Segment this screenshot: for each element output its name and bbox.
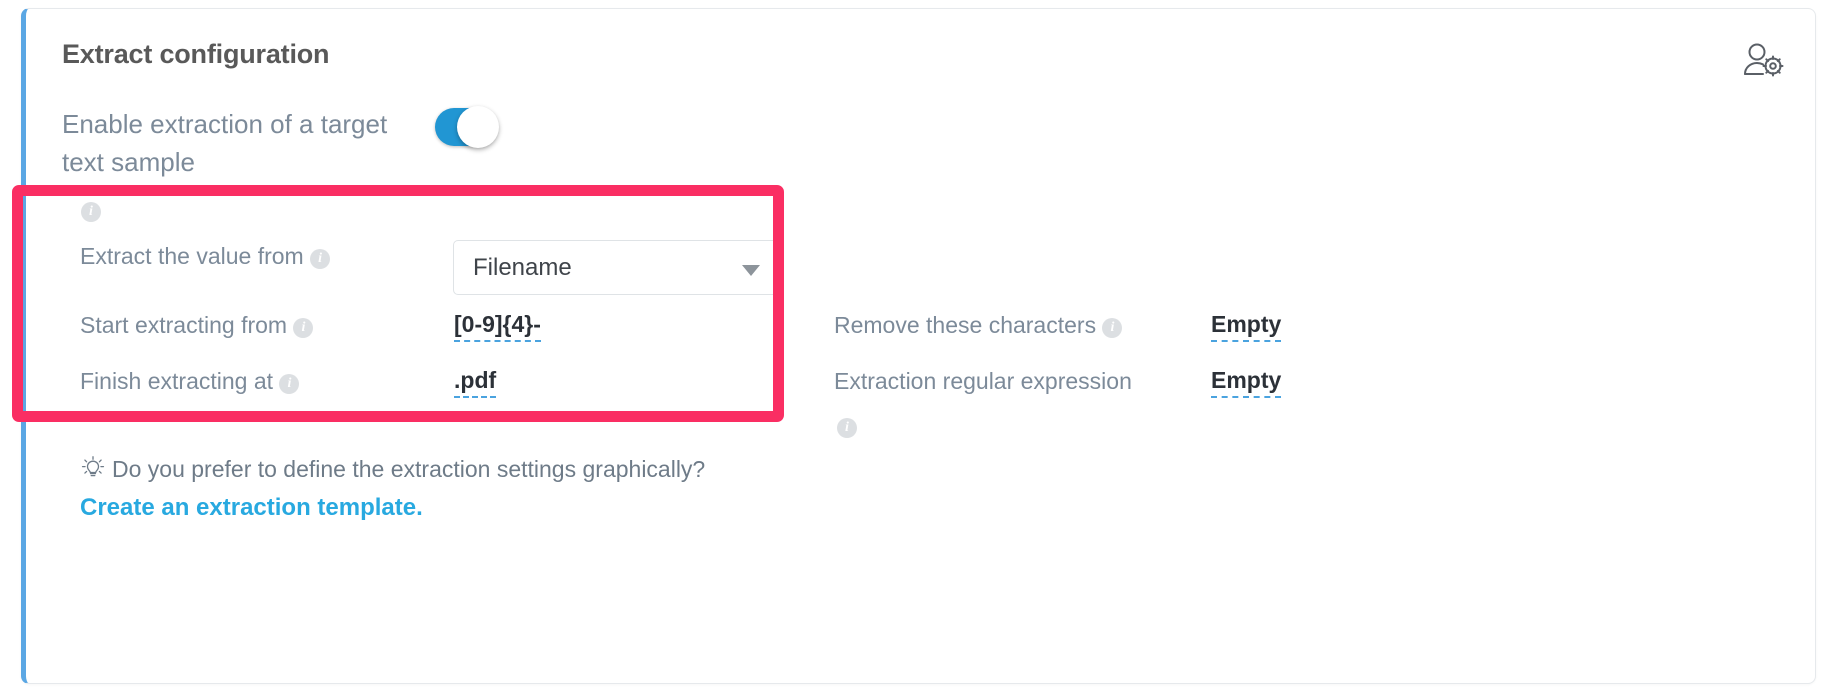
page-title: Extract configuration xyxy=(62,39,330,69)
screen: Extract configuration Enable extraction … xyxy=(0,0,1840,698)
extraction-regex-value[interactable]: Empty xyxy=(1211,367,1282,398)
extract-configuration-card: Extract configuration Enable extraction … xyxy=(21,8,1816,684)
info-icon-remove-characters[interactable]: i xyxy=(1102,318,1123,338)
lightbulb-icon xyxy=(80,455,106,487)
info-icon-extract-from[interactable]: i xyxy=(310,249,331,269)
start-extracting-from-label-text: Start extracting from xyxy=(80,312,288,338)
toggle-knob xyxy=(457,106,499,148)
info-icon-clipped[interactable]: i xyxy=(81,202,101,222)
extraction-regex-label: Extraction regular expression xyxy=(834,368,1132,395)
finish-extracting-at-value[interactable]: .pdf xyxy=(454,367,497,398)
graphical-hint-text: Do you prefer to define the extraction s… xyxy=(80,455,705,487)
extraction-regex-label-text: Extraction regular expression xyxy=(834,368,1132,394)
extract-value-from-select[interactable]: Filename xyxy=(453,240,779,295)
info-icon-finish-extracting[interactable]: i xyxy=(279,374,300,394)
create-extraction-template-link[interactable]: Create an extraction template. xyxy=(80,494,423,522)
finish-extracting-at-label: Finish extracting at i xyxy=(80,368,300,395)
info-icon-extraction-regex[interactable]: i xyxy=(837,418,857,438)
enable-extraction-toggle[interactable] xyxy=(435,106,499,148)
finish-extracting-at-label-text: Finish extracting at xyxy=(80,368,274,394)
user-settings-icon[interactable] xyxy=(1741,40,1787,82)
remove-characters-value[interactable]: Empty xyxy=(1211,311,1282,342)
remove-characters-label: Remove these characters i xyxy=(834,312,1123,339)
extract-value-from-label-text: Extract the value from xyxy=(80,243,304,269)
remove-characters-label-text: Remove these characters xyxy=(834,312,1097,338)
extract-value-from-label: Extract the value from i xyxy=(80,243,331,270)
graphical-hint-label: Do you prefer to define the extraction s… xyxy=(112,456,706,482)
enable-extraction-label: Enable extraction of a target text sampl… xyxy=(62,109,388,177)
start-extracting-from-label: Start extracting from i xyxy=(80,312,314,339)
info-icon-start-extracting[interactable]: i xyxy=(293,318,314,338)
select-value: Filename xyxy=(473,254,572,281)
chevron-down-icon xyxy=(742,265,760,276)
start-extracting-from-value[interactable]: [0-9]{4}- xyxy=(454,311,541,342)
